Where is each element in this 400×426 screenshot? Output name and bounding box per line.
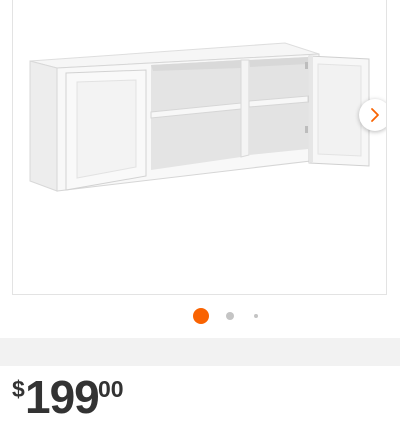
price-whole: 199 bbox=[25, 371, 100, 423]
next-image-button[interactable] bbox=[359, 99, 386, 131]
price-currency: $ bbox=[12, 376, 25, 402]
product-image-card[interactable] bbox=[12, 0, 387, 295]
section-divider bbox=[0, 338, 400, 366]
price-cents: 00 bbox=[98, 376, 124, 402]
image-pagination bbox=[0, 308, 400, 324]
white-wall-cabinet-icon bbox=[29, 42, 370, 192]
pagination-dot-3[interactable] bbox=[254, 314, 258, 318]
pagination-dot-2[interactable] bbox=[226, 312, 234, 320]
chevron-right-icon bbox=[371, 108, 379, 122]
pagination-dot-1[interactable] bbox=[193, 308, 209, 324]
